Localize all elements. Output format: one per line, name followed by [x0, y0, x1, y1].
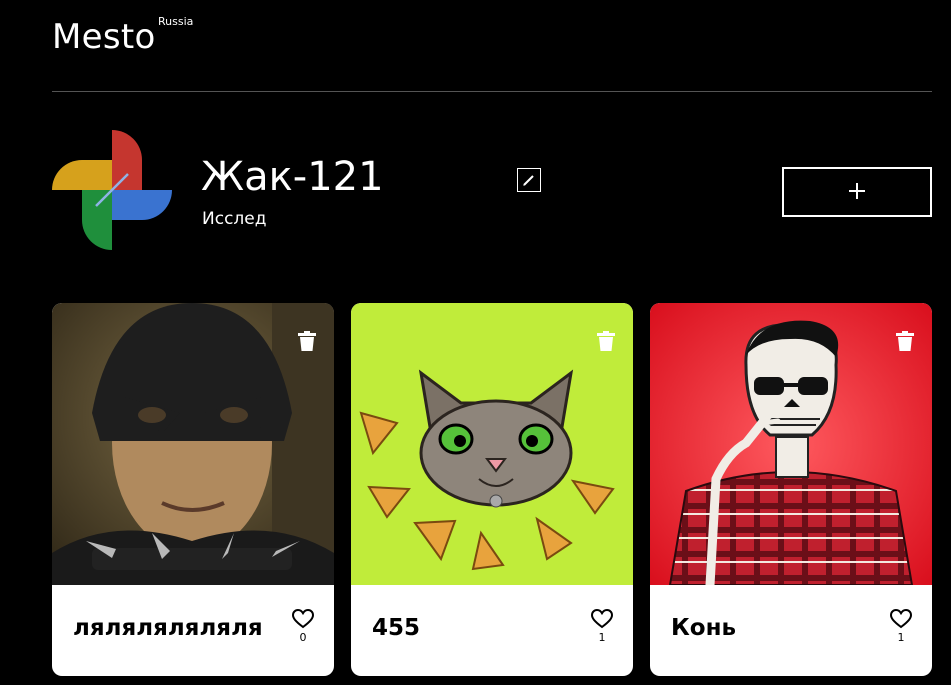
site-header: Mesto Russia [52, 0, 932, 92]
profile-about: Исслед [202, 209, 267, 229]
heart-icon[interactable] [292, 608, 314, 630]
profile-name: Жак-121 [201, 154, 384, 200]
pencil-icon [523, 175, 534, 186]
card: 455 1 [351, 303, 633, 676]
plus-icon [849, 182, 865, 199]
like-count: 1 [897, 631, 905, 644]
card-title: Конь [671, 615, 737, 641]
logo-region: Russia [158, 15, 194, 28]
heart-icon[interactable] [890, 608, 912, 630]
trash-icon[interactable] [896, 331, 914, 351]
card-image[interactable] [351, 303, 633, 585]
like-count: 0 [299, 631, 307, 644]
card-title: 455 [372, 615, 421, 641]
card: ляляляляляля 0 [52, 303, 334, 676]
trash-icon[interactable] [298, 331, 316, 351]
cards-grid: ляляляляляля 0 455 1 Конь 1 [52, 303, 951, 685]
heart-icon[interactable] [591, 608, 613, 630]
card: Конь 1 [650, 303, 932, 676]
card-image[interactable] [52, 303, 334, 585]
edit-profile-button[interactable] [517, 168, 541, 192]
like-count: 1 [598, 631, 606, 644]
trash-icon[interactable] [597, 331, 615, 351]
logo[interactable]: Mesto Russia [52, 12, 193, 62]
card-image[interactable] [650, 303, 932, 585]
card-title: ляляляляляля [73, 615, 263, 641]
logo-text: Mesto [52, 17, 156, 57]
profile: Жак-121 Исслед [52, 130, 932, 252]
profile-avatar[interactable] [52, 130, 172, 250]
add-card-button[interactable] [782, 167, 932, 217]
